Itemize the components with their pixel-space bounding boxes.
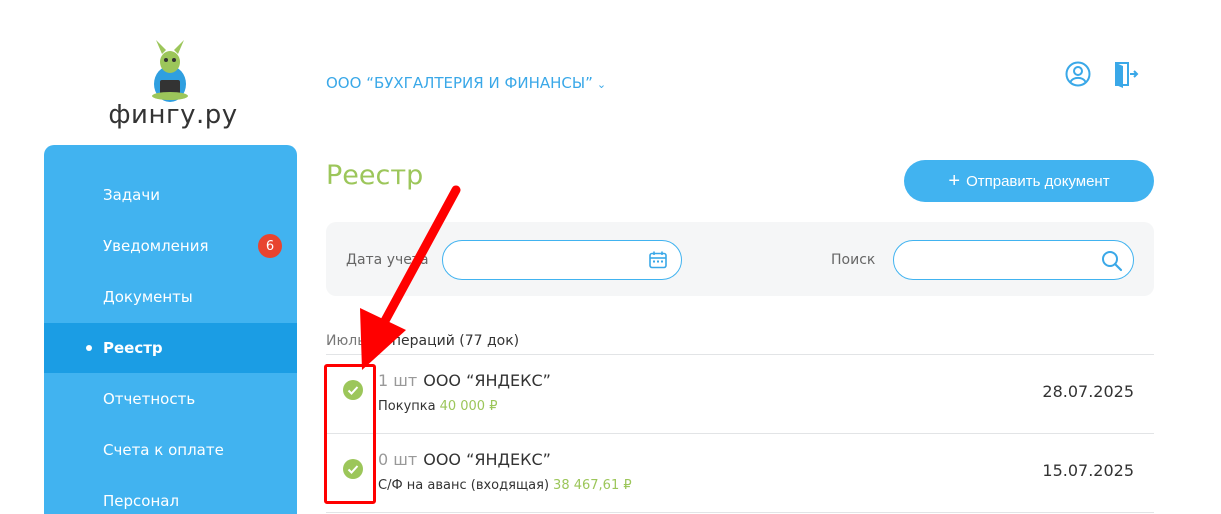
search-input[interactable]: [908, 249, 1088, 271]
sidebar-item-label: Реестр: [103, 339, 163, 357]
page-title: Реестр: [326, 160, 424, 191]
row-company: ООО “ЯНДЕКС”: [423, 450, 551, 469]
divider: [326, 512, 1154, 513]
row-quantity: 0 шт: [378, 450, 418, 469]
month-name: Июль: [326, 333, 366, 349]
logo-text: фингу.ру: [108, 100, 238, 130]
search-field[interactable]: [893, 240, 1134, 280]
sidebar-item-label: Счета к оплате: [103, 441, 224, 459]
active-dot-icon: [86, 345, 92, 351]
company-name: ООО “БУХГАЛТЕРИЯ И ФИНАНСЫ”: [326, 74, 593, 92]
table-row[interactable]: 0 шт ООО “ЯНДЕКС” С/Ф на аванс (входящая)…: [326, 434, 1154, 512]
check-circle-icon: [343, 380, 363, 400]
send-document-button[interactable]: + Отправить документ: [904, 160, 1154, 202]
sidebar-item-registry[interactable]: Реестр: [44, 323, 297, 373]
row-type: С/Ф на аванс (входящая): [378, 478, 550, 493]
search-icon[interactable]: [1101, 250, 1123, 272]
plus-icon: +: [948, 170, 961, 192]
month-operations: 0 операций (77 док): [369, 333, 520, 349]
row-company: ООО “ЯНДЕКС”: [423, 371, 551, 390]
sidebar-item-invoices[interactable]: Счета к оплате: [44, 425, 297, 475]
sidebar-item-label: Задачи: [103, 186, 160, 204]
check-circle-icon: [343, 459, 363, 479]
sidebar-item-label: Отчетность: [103, 390, 196, 408]
sidebar-item-notifications[interactable]: Уведомления 6: [44, 221, 297, 271]
filter-panel: Дата учета Поиск: [326, 222, 1154, 296]
row-title: 1 шт ООО “ЯНДЕКС”: [378, 371, 551, 390]
user-profile-icon[interactable]: [1064, 60, 1092, 88]
sidebar-item-label: Уведомления: [103, 237, 209, 255]
row-amount: 40 000 ₽: [439, 399, 498, 414]
logout-icon[interactable]: [1112, 60, 1140, 88]
send-document-label: Отправить документ: [966, 172, 1110, 190]
row-subtitle: С/Ф на аванс (входящая) 38 467,61 ₽: [378, 478, 632, 493]
company-selector[interactable]: ООО “БУХГАЛТЕРИЯ И ФИНАНСЫ” ⌄: [326, 74, 606, 92]
calendar-icon[interactable]: [648, 250, 668, 270]
sidebar-item-label: Персонал: [103, 492, 180, 510]
sidebar-item-tasks[interactable]: Задачи: [44, 170, 297, 220]
row-date: 15.07.2025: [1042, 461, 1134, 480]
month-summary: Июль 0 операций (77 док): [326, 333, 519, 349]
row-title: 0 шт ООО “ЯНДЕКС”: [378, 450, 551, 469]
row-type: Покупка: [378, 399, 436, 414]
sidebar-item-label: Документы: [103, 288, 193, 306]
row-quantity: 1 шт: [378, 371, 418, 390]
table-row[interactable]: 1 шт ООО “ЯНДЕКС” Покупка 40 000 ₽ 28.07.2…: [326, 355, 1154, 433]
sidebar: Задачи Уведомления 6 Документы Реестр От…: [44, 145, 297, 514]
row-amount: 38 467,61 ₽: [553, 478, 632, 493]
sidebar-item-reporting[interactable]: Отчетность: [44, 374, 297, 424]
sidebar-item-staff[interactable]: Персонал: [44, 476, 297, 514]
sidebar-item-documents[interactable]: Документы: [44, 272, 297, 322]
row-subtitle: Покупка 40 000 ₽: [378, 399, 497, 414]
search-label: Поиск: [831, 252, 876, 268]
chevron-down-icon: ⌄: [596, 78, 607, 91]
notification-count-badge: 6: [258, 234, 282, 258]
row-date: 28.07.2025: [1042, 382, 1134, 401]
date-field[interactable]: [442, 240, 682, 280]
date-filter-label: Дата учета: [346, 252, 429, 268]
kangaroo-logo-icon: [152, 40, 188, 102]
logo[interactable]: фингу.ру: [108, 40, 238, 132]
date-input[interactable]: [457, 249, 637, 271]
